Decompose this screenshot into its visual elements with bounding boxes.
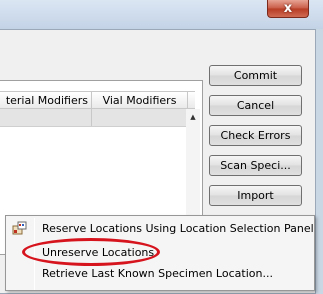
table-cell[interactable] bbox=[0, 109, 92, 126]
column-header-material-modifiers[interactable]: terial Modifiers bbox=[0, 92, 92, 108]
highlight-annotation-ellipse bbox=[22, 238, 160, 266]
close-icon: x bbox=[283, 1, 293, 16]
menu-item-label: Reserve Locations Using Location Selecti… bbox=[42, 222, 314, 235]
menu-item-reserve-locations[interactable]: Reserve Locations Using Location Selecti… bbox=[8, 219, 314, 239]
close-button[interactable]: x bbox=[267, 0, 309, 18]
scroll-up-icon[interactable]: ▲ bbox=[186, 109, 200, 125]
grid-header: terial Modifiers Vial Modifiers bbox=[0, 91, 195, 109]
menu-item-retrieve-last-known-location[interactable]: Retrieve Last Known Specimen Location... bbox=[8, 264, 313, 284]
import-button[interactable]: Import bbox=[209, 185, 302, 206]
check-errors-button[interactable]: Check Errors bbox=[209, 125, 302, 146]
column-header-vial-modifiers[interactable]: Vial Modifiers bbox=[92, 92, 188, 108]
location-panel-icon bbox=[12, 221, 27, 235]
menu-item-label: Retrieve Last Known Specimen Location... bbox=[42, 267, 273, 280]
title-bar: x bbox=[0, 0, 323, 29]
commit-button[interactable]: Commit bbox=[209, 65, 302, 86]
window-frame bbox=[316, 29, 323, 294]
application-window: x terial Modifiers Vial Modifiers ▲ Comm… bbox=[0, 0, 323, 294]
scan-specimens-button[interactable]: Scan Speci... bbox=[209, 155, 302, 176]
table-cell[interactable] bbox=[92, 109, 186, 126]
cancel-button[interactable]: Cancel bbox=[209, 95, 302, 116]
table-row[interactable] bbox=[0, 109, 186, 127]
